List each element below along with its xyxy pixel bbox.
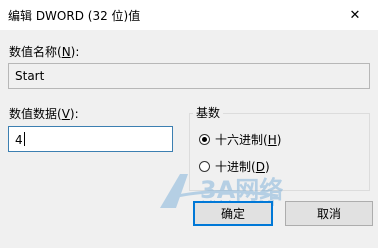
cancel-button[interactable]: 取消 [285,201,373,226]
text-caret [23,132,25,146]
window-title: 编辑 DWORD (32 位)值 [8,9,141,23]
base-group [189,113,370,191]
value-data-input[interactable]: 4 [8,126,173,152]
close-icon: ✕ [349,7,361,23]
ok-button[interactable]: 确定 [193,201,273,226]
value-name-field: Start [8,63,370,89]
radio-decimal-label: 十进制(D) [215,160,270,174]
close-button[interactable]: ✕ [332,0,378,30]
radio-decimal[interactable]: 十进制(D) [199,158,270,175]
value-name-text: Start [15,69,45,83]
value-data-label: 数值数据(V): [9,107,79,121]
base-group-title: 基数 [193,104,224,121]
radio-hexadecimal-label: 十六进制(H) [215,133,282,147]
title-bar: 编辑 DWORD (32 位)值 ✕ [0,0,378,30]
radio-hexadecimal[interactable]: 十六进制(H) [199,131,281,148]
cancel-button-label: 取消 [316,207,341,221]
radio-decimal-indicator[interactable] [199,161,210,172]
value-data-text: 4 [15,133,23,147]
radio-hexadecimal-indicator[interactable] [199,134,210,145]
ok-button-label: 确定 [220,207,245,221]
value-name-label: 数值名称(N): [9,45,80,59]
